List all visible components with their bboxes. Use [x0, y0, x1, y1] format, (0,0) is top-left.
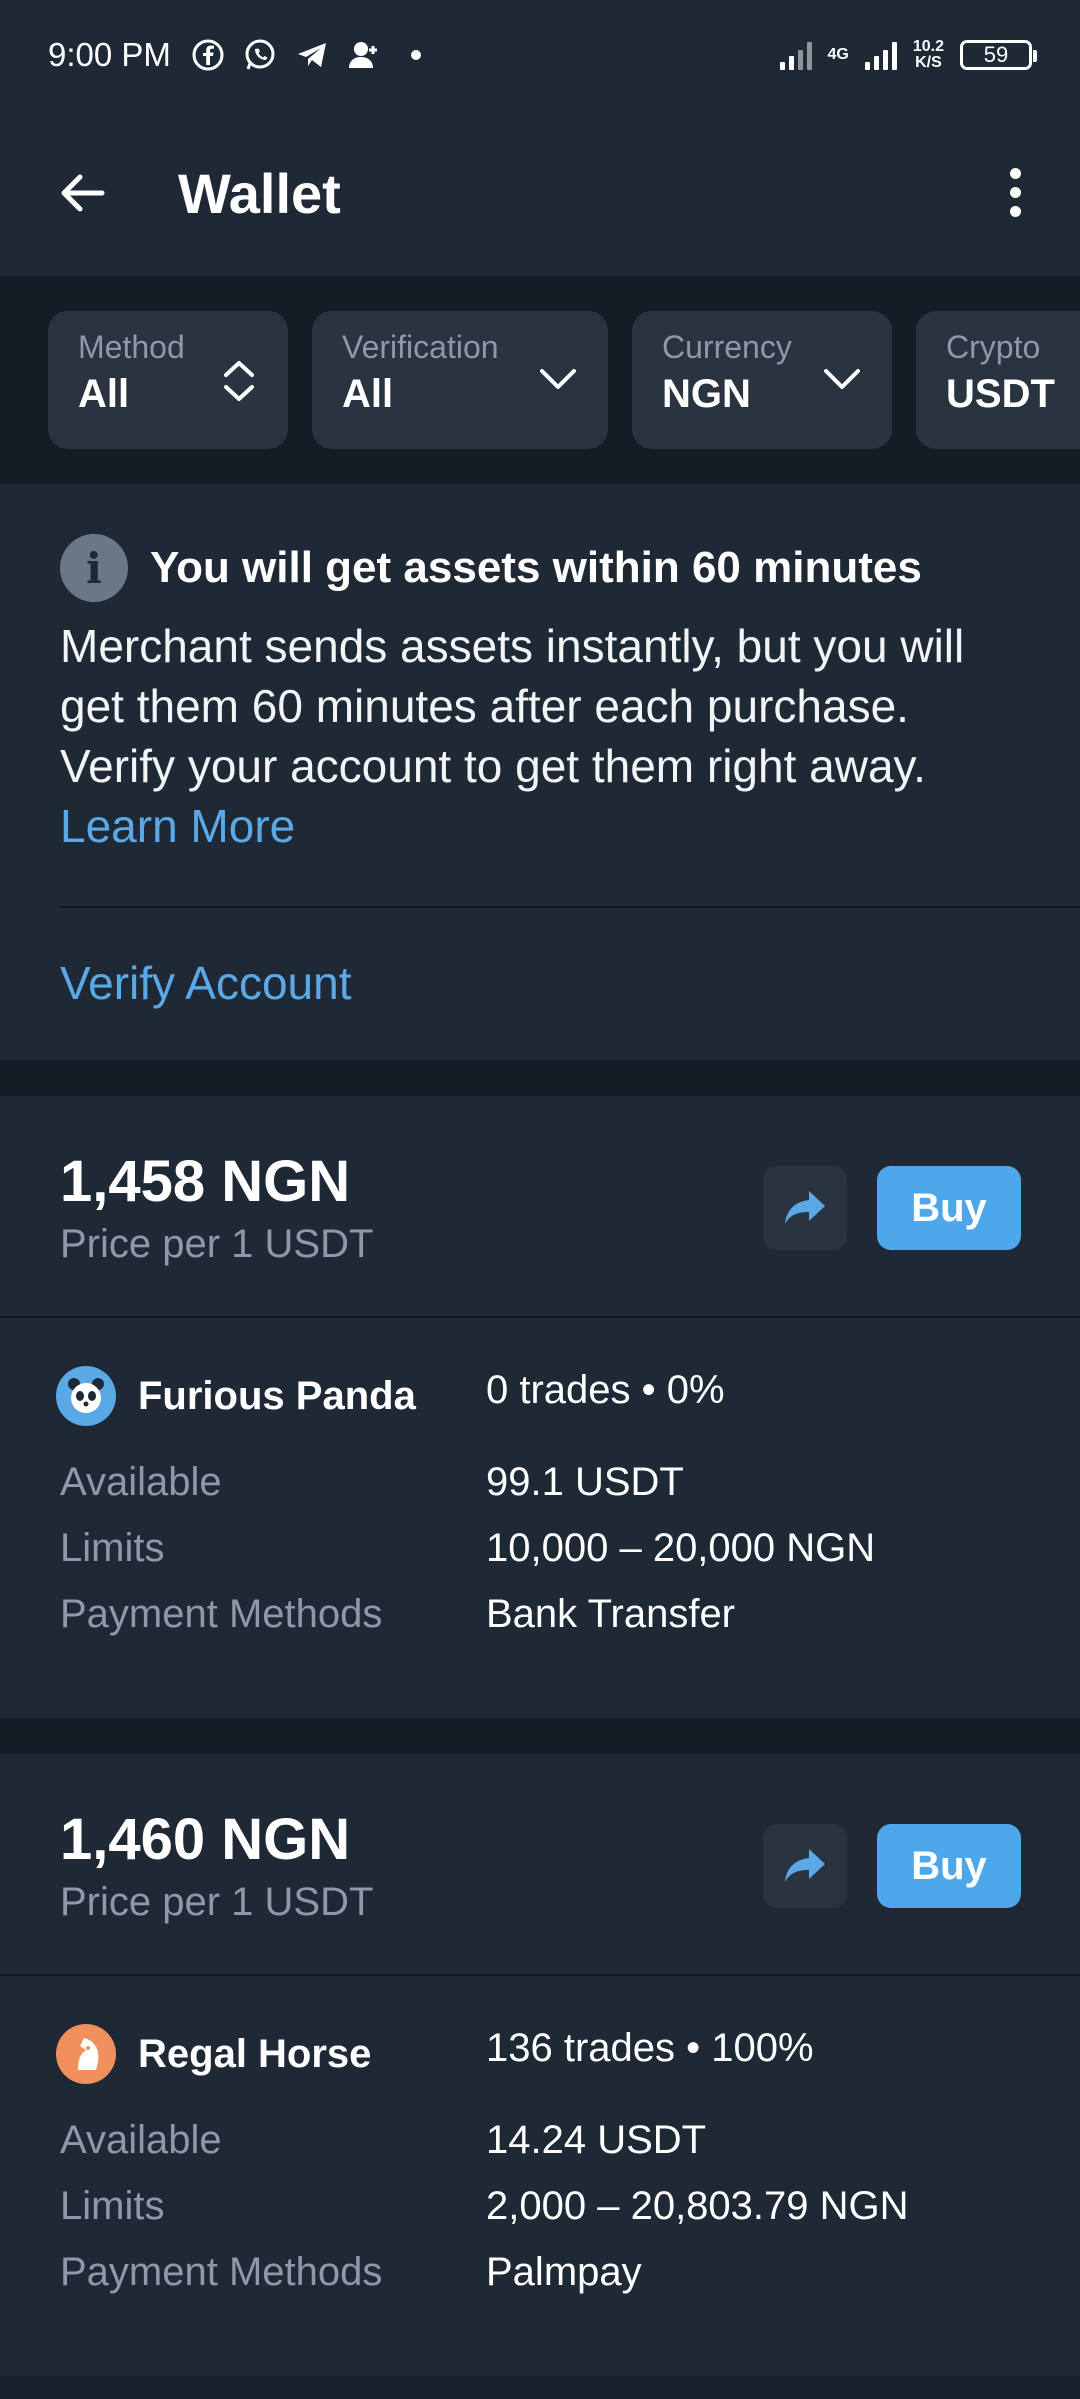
- horse-icon: [56, 2024, 116, 2084]
- notice-title: You will get assets within 60 minutes: [150, 543, 922, 592]
- merchant[interactable]: Regal Horse: [56, 2024, 371, 2084]
- available-value: 14.24 USDT: [486, 2118, 707, 2162]
- notice-text: Merchant sends assets instantly, but you…: [60, 620, 965, 792]
- facebook-icon: [192, 39, 224, 71]
- filter-value: USDT: [946, 372, 1055, 416]
- filter-currency[interactable]: Currency NGN: [632, 311, 892, 449]
- notice-card: i You will get assets within 60 minutes …: [0, 484, 1080, 1060]
- payment-methods-label: Payment Methods: [60, 2250, 383, 2294]
- offer-card: 1,460 NGN Price per 1 USDT Buy Regal Hor…: [0, 1754, 1080, 2376]
- info-icon: i: [60, 534, 128, 602]
- app-bar: Wallet: [0, 110, 1080, 276]
- battery-icon: 59: [960, 40, 1037, 70]
- payment-methods-label: Payment Methods: [60, 1592, 383, 1636]
- offer-price: 1,460 NGN: [60, 1807, 351, 1872]
- filter-label: Crypto: [946, 329, 1041, 365]
- share-icon: [785, 1849, 825, 1882]
- merchant-name: Regal Horse: [138, 2031, 372, 2076]
- sort-updown-icon: [224, 361, 254, 401]
- net-speed-unit: K/S: [915, 54, 942, 71]
- filter-label: Verification: [342, 329, 499, 365]
- signal-icon-2: [864, 40, 897, 70]
- net-speed: 10.2 K/S: [913, 39, 944, 71]
- available-value: 99.1 USDT: [486, 1460, 684, 1504]
- filter-method[interactable]: Method All: [48, 311, 288, 449]
- status-bar: 9:00 PM 4G 10.2 K/S 59: [0, 0, 1080, 110]
- merchant-trades: 0 trades • 0%: [486, 1368, 725, 1412]
- buy-button[interactable]: Buy: [877, 1824, 1021, 1908]
- status-time: 9:00 PM: [48, 36, 171, 73]
- filter-bar: Method All Verification All Currency NGN…: [0, 276, 1080, 484]
- verify-account-link[interactable]: Verify Account: [0, 908, 1080, 1060]
- section-gap: [0, 1718, 1080, 1754]
- section-gap: [0, 1060, 1080, 1096]
- signal-icon: [779, 40, 812, 70]
- payment-methods-value: Palmpay: [486, 2250, 642, 2294]
- filter-verification[interactable]: Verification All: [312, 311, 608, 449]
- limits-value: 10,000 – 20,000 NGN: [486, 1526, 876, 1570]
- back-button[interactable]: [40, 151, 124, 235]
- buy-button[interactable]: Buy: [877, 1166, 1021, 1250]
- panda-icon: [56, 1366, 116, 1426]
- chevron-down-icon: [824, 369, 860, 389]
- available-label: Available: [60, 1460, 222, 1504]
- limits-label: Limits: [60, 2184, 165, 2228]
- chevron-down-icon: [540, 369, 576, 389]
- dot-icon: [410, 50, 421, 60]
- filter-crypto[interactable]: Crypto USDT: [916, 311, 1080, 449]
- offer-card: 1,458 NGN Price per 1 USDT Buy Furious P…: [0, 1096, 1080, 1718]
- share-button[interactable]: [763, 1166, 847, 1250]
- offer-price-sub: Price per 1 USDT: [60, 1880, 374, 1924]
- more-vert-icon[interactable]: [980, 150, 1050, 234]
- whatsapp-icon: [245, 39, 275, 70]
- person-add-icon: [348, 42, 377, 68]
- battery-level: 59: [983, 42, 1009, 67]
- filter-label: Currency: [662, 329, 792, 365]
- notice-body: Merchant sends assets instantly, but you…: [0, 602, 1080, 856]
- offer-price-sub: Price per 1 USDT: [60, 1222, 374, 1266]
- arrow-left-icon: [61, 174, 105, 212]
- network-type: 4G: [827, 46, 849, 63]
- net-speed-value: 10.2: [912, 38, 944, 55]
- telegram-icon: [297, 43, 326, 67]
- limits-value: 2,000 – 20,803.79 NGN: [486, 2184, 909, 2228]
- offer-price: 1,458 NGN: [60, 1149, 351, 1214]
- available-label: Available: [60, 2118, 222, 2162]
- merchant-name: Furious Panda: [138, 1373, 416, 1418]
- merchant-trades: 136 trades • 100%: [486, 2026, 814, 2070]
- share-icon: [785, 1191, 825, 1224]
- merchant[interactable]: Furious Panda: [56, 1366, 416, 1426]
- payment-methods-value: Bank Transfer: [486, 1592, 736, 1636]
- page-title: Wallet: [178, 161, 341, 225]
- learn-more-link[interactable]: Learn More: [60, 800, 295, 852]
- limits-label: Limits: [60, 1526, 165, 1570]
- share-button[interactable]: [763, 1824, 847, 1908]
